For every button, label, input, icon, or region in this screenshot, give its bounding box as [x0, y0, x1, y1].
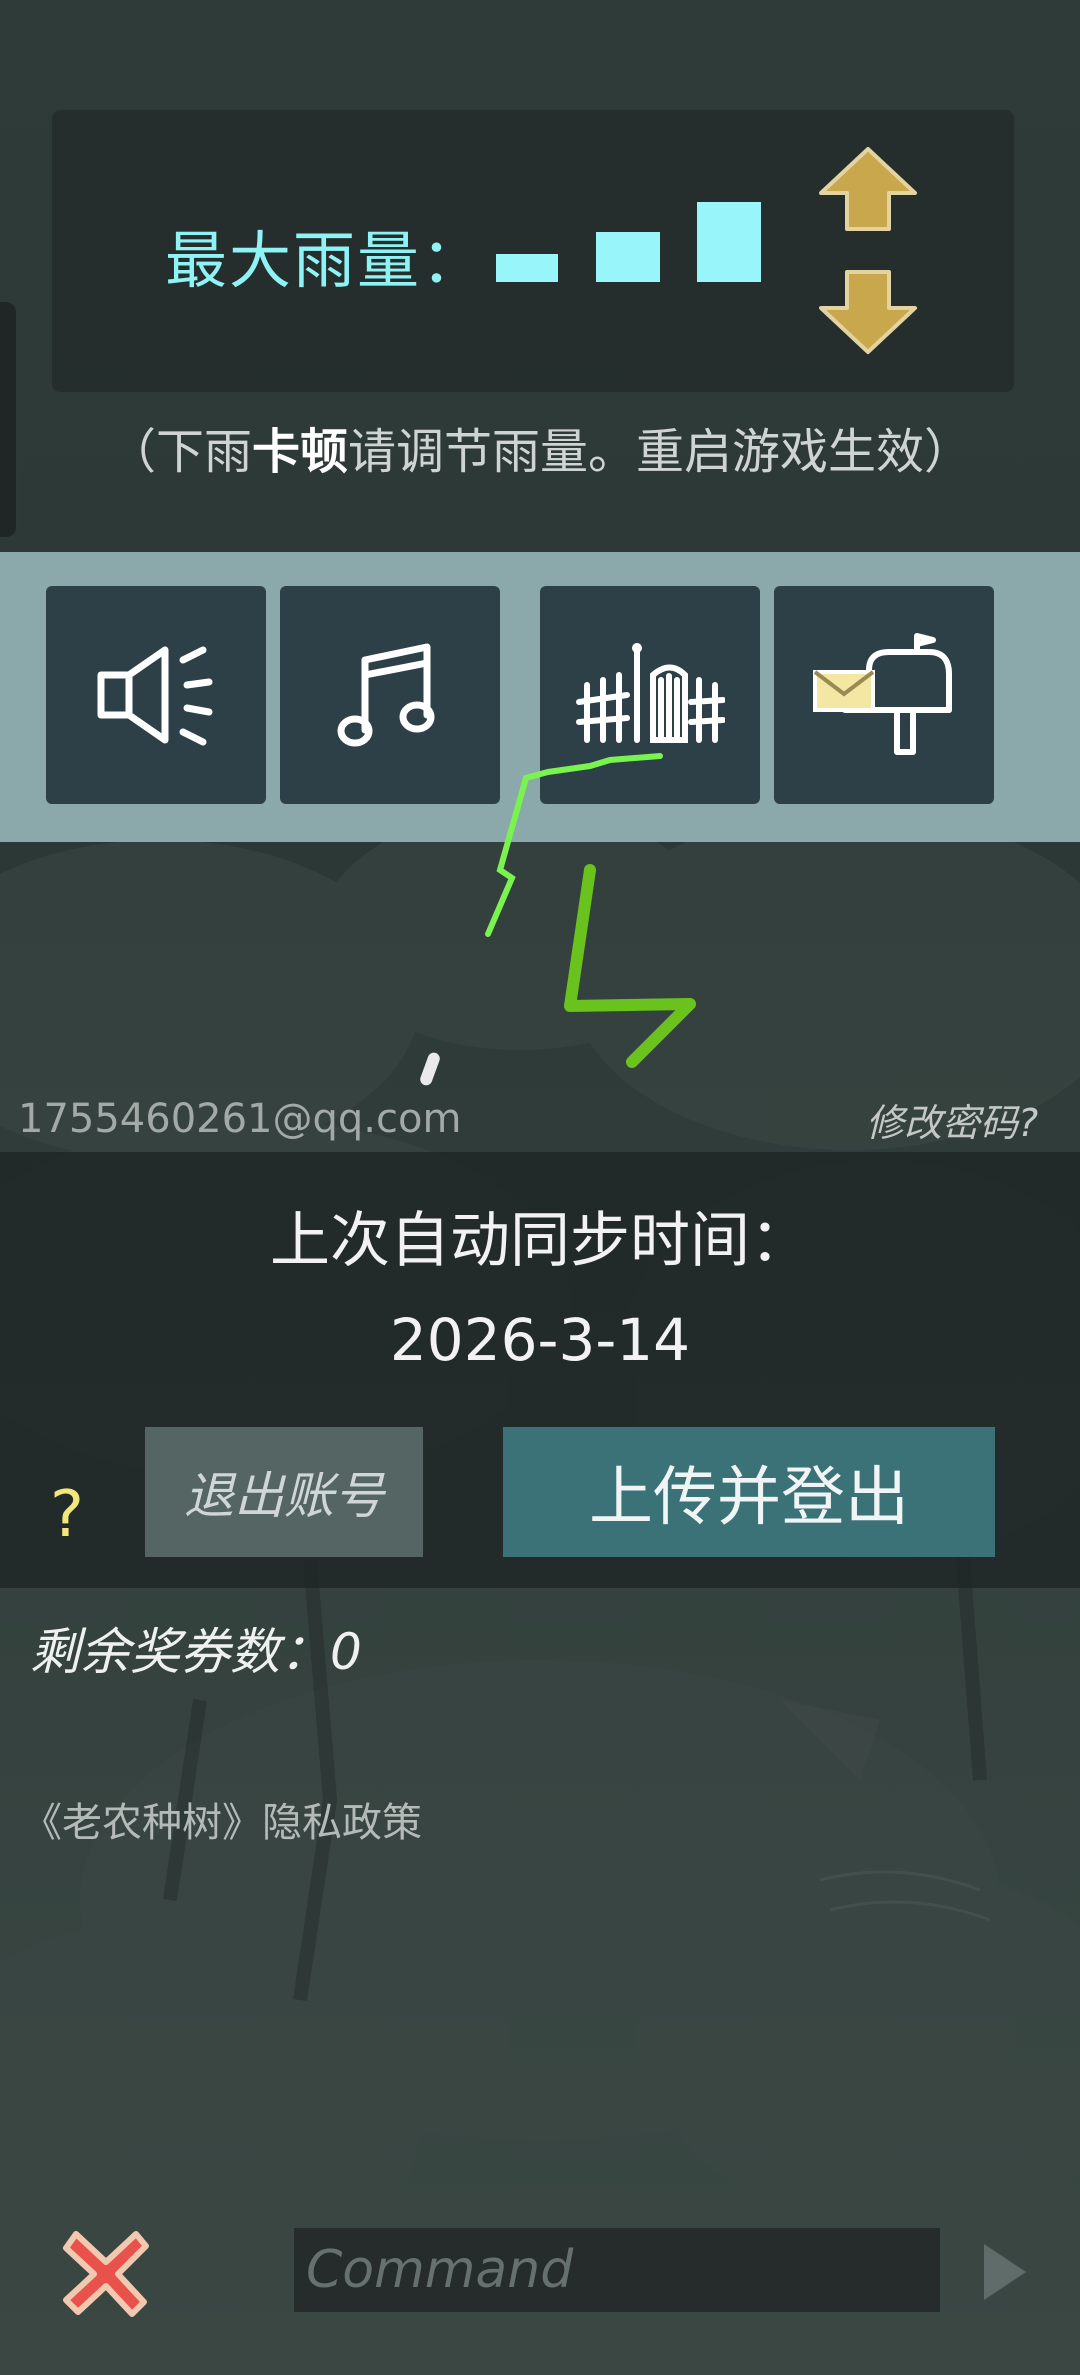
upload-and-logout-button[interactable]: 上传并登出	[503, 1427, 995, 1557]
side-drawer-handle[interactable]	[0, 300, 18, 539]
remaining-tickets: 剩余奖券数：0	[30, 1623, 362, 1681]
rain-amount-label: 最大雨量：	[165, 224, 486, 297]
command-input[interactable]	[294, 2228, 940, 2312]
lightning-decoration	[485, 753, 696, 1068]
mailbox-button[interactable]	[774, 586, 994, 804]
sync-time-label: 上次自动同步时间：	[270, 1206, 810, 1276]
rain-level-bar-3	[697, 202, 761, 282]
command-input-box	[294, 2228, 940, 2312]
rain-decrease-arrow-icon[interactable]	[815, 268, 921, 356]
close-icon[interactable]	[56, 2222, 156, 2322]
speaker-icon	[97, 646, 213, 746]
rain-level-bar-2	[596, 232, 660, 282]
sound-toggle-button[interactable]	[46, 586, 266, 804]
rain-level-bar-1	[496, 254, 558, 282]
mailbox-icon	[813, 633, 952, 755]
privacy-policy-link[interactable]: 《老农种树》隐私政策	[22, 1790, 422, 1848]
send-arrow-icon[interactable]	[980, 2240, 1030, 2304]
rain-note: （下雨卡顿请调节雨量。重启游戏生效）	[107, 424, 973, 480]
help-button[interactable]: ?	[50, 1478, 84, 1552]
rain-increase-arrow-icon[interactable]	[815, 145, 921, 233]
account-email: 1755460261@qq.com	[18, 1096, 462, 1142]
change-password-link[interactable]: 修改密码?	[866, 1092, 1038, 1147]
music-note-icon	[337, 643, 435, 747]
sync-date: 2026-3-14	[389, 1306, 691, 1374]
logout-button[interactable]: 退出账号	[145, 1427, 423, 1557]
